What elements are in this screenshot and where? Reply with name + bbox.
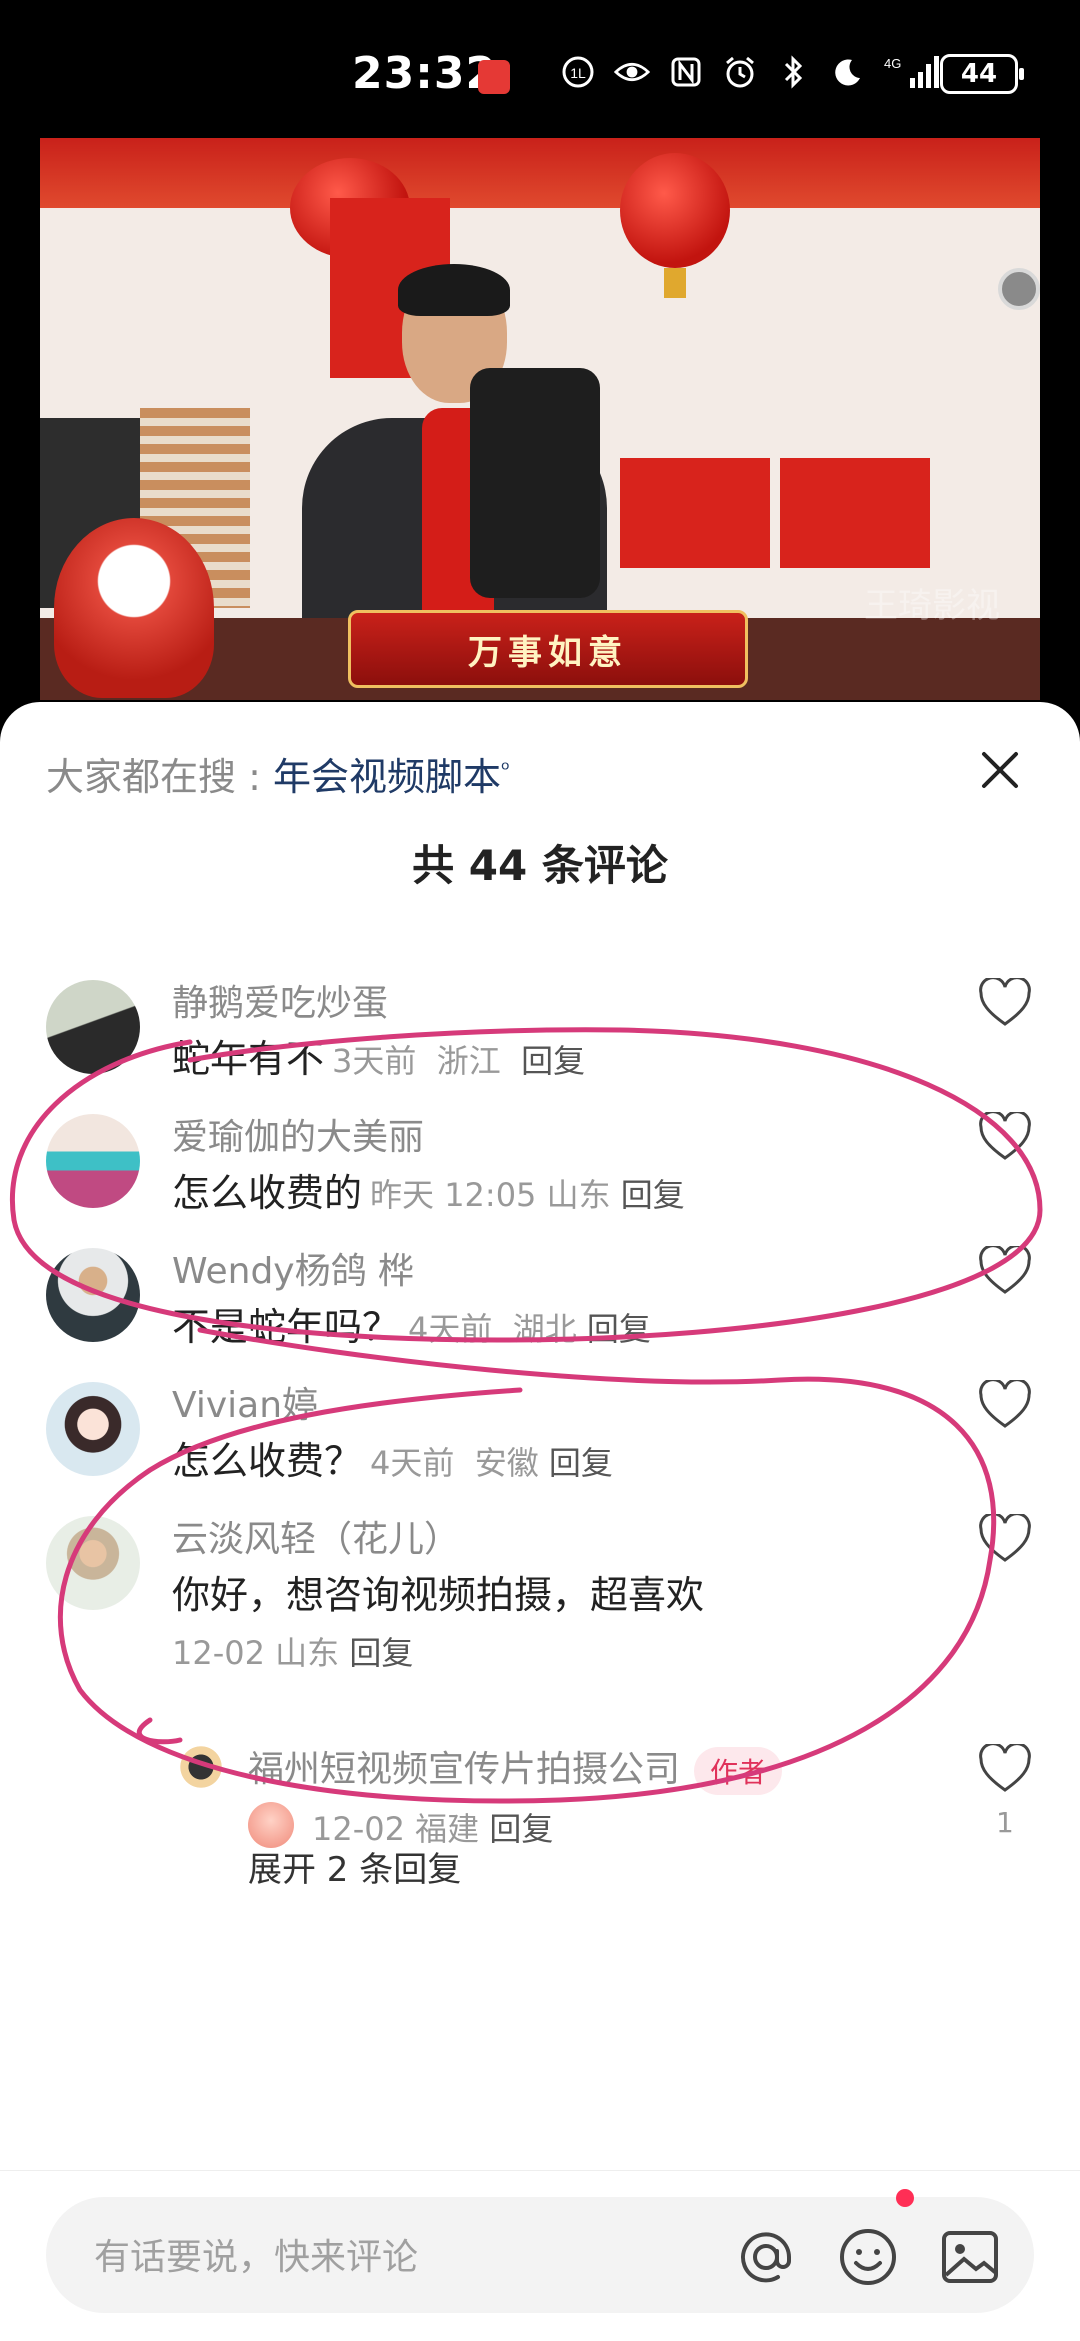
battery-indicator: 44 bbox=[940, 54, 1024, 94]
signal-icon: 4G bbox=[884, 54, 944, 90]
comment-text[interactable]: 蛇年有不 3天前 浙江 回复 bbox=[172, 1028, 585, 1083]
comment-body: 怎么收费？ bbox=[172, 1439, 363, 1483]
avatar[interactable] bbox=[46, 1248, 140, 1342]
comment-location: 湖北 bbox=[512, 1310, 577, 1348]
comment-username[interactable]: 云淡风轻（花儿） bbox=[172, 1510, 460, 1562]
avatar[interactable] bbox=[172, 1738, 230, 1796]
avatar[interactable] bbox=[46, 1114, 140, 1208]
video-banner: 万事如意 bbox=[348, 610, 748, 688]
like-heart-icon[interactable] bbox=[978, 1378, 1032, 1430]
alarm-icon bbox=[722, 54, 758, 90]
app-notification-icon bbox=[478, 60, 510, 94]
office-chair bbox=[470, 368, 600, 598]
video-player[interactable]: 万事如意 王琦影视 bbox=[40, 138, 1040, 700]
comment-time: 3天前 bbox=[332, 1042, 417, 1080]
comment-location: 山东 bbox=[546, 1176, 611, 1214]
comment-meta: 12-02 山东 回复 bbox=[172, 1628, 413, 1674]
comment-time: 4天前 bbox=[370, 1444, 455, 1482]
comment-location: 安徽 bbox=[474, 1444, 539, 1482]
search-icon: ᵒ bbox=[500, 757, 511, 783]
moon-icon bbox=[830, 54, 866, 90]
comment-location: 山东 bbox=[275, 1634, 340, 1672]
flag-small bbox=[620, 458, 770, 568]
trending-search-term[interactable]: 年会视频脚本 bbox=[273, 755, 501, 799]
floating-ball[interactable] bbox=[998, 268, 1040, 310]
like-heart-icon[interactable] bbox=[978, 1512, 1032, 1564]
comment-text[interactable]: 怎么收费？ 4天前 安徽 回复 bbox=[172, 1430, 613, 1485]
comment-username[interactable]: 静鹅爱吃炒蛋 bbox=[172, 974, 388, 1026]
reply-button[interactable]: 回复 bbox=[349, 1634, 413, 1672]
image-icon[interactable] bbox=[938, 2225, 1002, 2289]
like-heart-icon[interactable] bbox=[978, 976, 1032, 1028]
avatar[interactable] bbox=[46, 1516, 140, 1610]
comment-username[interactable]: Vivian婷 bbox=[172, 1376, 318, 1428]
comment-input-container[interactable] bbox=[46, 2197, 1034, 2313]
network-label: 4G bbox=[884, 56, 901, 71]
comment-body: 怎么收费的 bbox=[172, 1171, 363, 1215]
comment-input[interactable] bbox=[92, 2231, 716, 2283]
comments-count-title: 共 44 条评论 bbox=[412, 841, 668, 890]
comment-meta: 3天前 浙江 回复 bbox=[332, 1042, 585, 1080]
status-icons: 1L 4G bbox=[560, 54, 944, 90]
avatar[interactable] bbox=[46, 980, 140, 1074]
top-decoration bbox=[40, 138, 1040, 208]
reply-button[interactable]: 回复 bbox=[587, 1310, 651, 1348]
comments-sheet: 大家都在搜 : 年会视频脚本ᵒ 共 44 条评论 静鹅爱吃炒蛋 蛇年有不 3天前 … bbox=[0, 702, 1080, 2340]
author-tag: 作者 bbox=[694, 1747, 783, 1795]
comment-meta: 昨天 12:05 山东 回复 bbox=[370, 1176, 685, 1214]
nfc-icon bbox=[668, 54, 704, 90]
comment-body: 不是蛇年吗？ bbox=[172, 1305, 401, 1349]
comment-body: 蛇年有不 bbox=[172, 1037, 325, 1081]
comment-time: 12-02 bbox=[172, 1634, 265, 1672]
comment-meta: 4天前 安徽 回复 bbox=[370, 1444, 613, 1482]
comment-text[interactable]: 你好，想咨询视频拍摄，超喜欢 bbox=[172, 1564, 704, 1619]
close-icon[interactable] bbox=[972, 742, 1028, 798]
dragon-mascot bbox=[54, 518, 214, 698]
comment-text[interactable]: 不是蛇年吗？ 4天前 湖北 回复 bbox=[172, 1296, 651, 1351]
comment-time: 4天前 bbox=[408, 1310, 493, 1348]
like-heart-icon[interactable] bbox=[978, 1742, 1032, 1794]
expand-replies-button[interactable]: 展开 2 条回复 bbox=[248, 1842, 461, 1891]
trending-search[interactable]: 大家都在搜 : 年会视频脚本ᵒ bbox=[46, 746, 510, 801]
at-icon[interactable] bbox=[734, 2225, 798, 2289]
svg-text:1L: 1L bbox=[570, 65, 586, 81]
reply-button[interactable]: 回复 bbox=[521, 1042, 585, 1080]
video-watermark: 王琦影视 bbox=[864, 586, 1000, 626]
eye-icon bbox=[614, 54, 650, 90]
like-heart-icon[interactable] bbox=[978, 1110, 1032, 1162]
reply-button[interactable]: 回复 bbox=[549, 1444, 613, 1482]
status-bar: 23:32 1L 4G 44 bbox=[0, 0, 1080, 140]
lantern-decoration bbox=[620, 153, 730, 298]
like-heart-icon[interactable] bbox=[978, 1244, 1032, 1296]
emoji-icon[interactable] bbox=[836, 2225, 900, 2289]
bluetooth-icon bbox=[776, 54, 812, 90]
hd-call-icon: 1L bbox=[560, 54, 596, 90]
reply-button[interactable]: 回复 bbox=[621, 1176, 685, 1214]
party-flag-small bbox=[780, 458, 930, 568]
comment-location: 浙江 bbox=[436, 1042, 501, 1080]
like-count: 1 bbox=[996, 1806, 1014, 1839]
comment-username[interactable]: Wendy杨鸽 桦 bbox=[172, 1242, 414, 1294]
status-time: 23:32 bbox=[352, 48, 498, 99]
avatar[interactable] bbox=[46, 1382, 140, 1476]
trending-search-prefix: 大家都在搜 : bbox=[46, 755, 273, 799]
reply-button[interactable]: 回复 bbox=[489, 1810, 553, 1848]
comment-input-bar bbox=[0, 2170, 1080, 2341]
comment-text[interactable]: 怎么收费的 昨天 12:05 山东 回复 bbox=[172, 1162, 685, 1217]
comment-username[interactable]: 爱瑜伽的大美丽 bbox=[172, 1108, 424, 1160]
reply-username-text: 福州短视频宣传片拍摄公司 bbox=[248, 1749, 681, 1790]
comment-time: 昨天 12:05 bbox=[370, 1176, 537, 1214]
reply-username[interactable]: 福州短视频宣传片拍摄公司 作者 bbox=[248, 1740, 783, 1795]
comment-meta: 4天前 湖北 回复 bbox=[408, 1310, 651, 1348]
notification-dot bbox=[896, 2189, 914, 2207]
